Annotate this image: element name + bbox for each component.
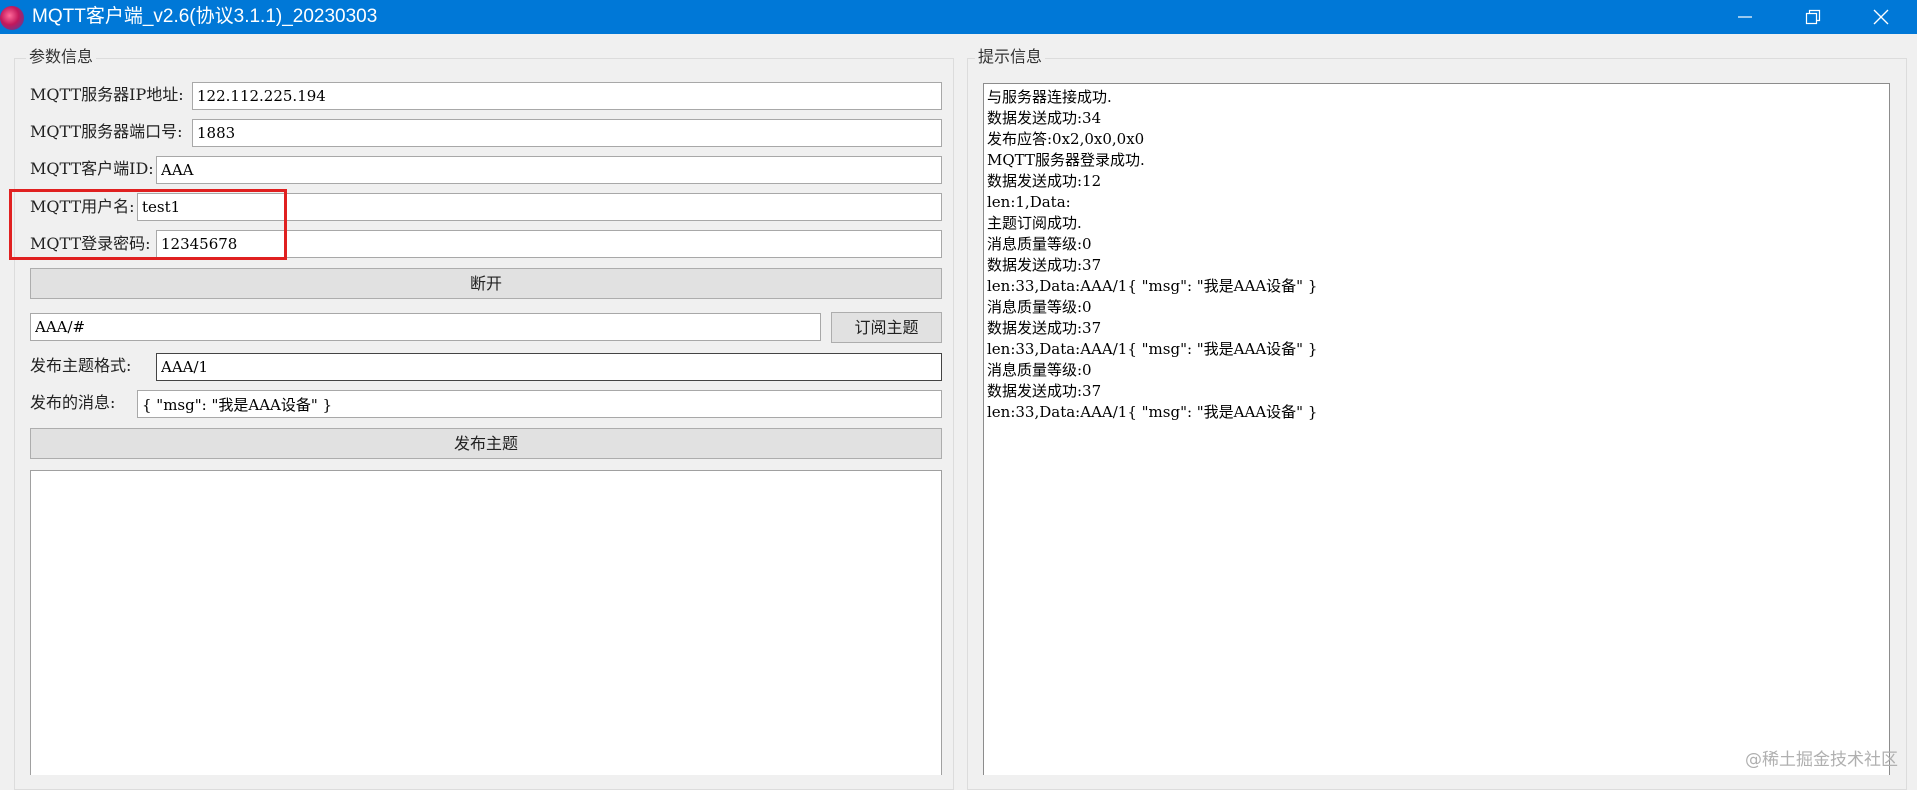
log-line: len:33,Data:AAA/1{ "msg": "我是AAA设备" }	[987, 277, 1318, 295]
received-messages-textarea[interactable]	[30, 470, 942, 775]
disconnect-button[interactable]: 断开	[30, 268, 942, 299]
close-icon	[1873, 9, 1889, 25]
publish-topic-label: 发布主题格式:	[30, 356, 132, 375]
client-id-input[interactable]	[156, 156, 942, 184]
restore-icon	[1805, 9, 1821, 25]
log-line: 消息质量等级:0	[987, 235, 1092, 253]
minimize-button[interactable]	[1715, 0, 1775, 34]
credentials-highlight-box	[9, 189, 287, 260]
restore-button[interactable]	[1783, 0, 1843, 34]
log-line: 数据发送成功:12	[987, 172, 1102, 190]
log-line: len:33,Data:AAA/1{ "msg": "我是AAA设备" }	[987, 403, 1318, 421]
params-group-title: 参数信息	[26, 47, 97, 67]
server-ip-label: MQTT服务器IP地址:	[30, 85, 184, 104]
watermark: @稀土掘金技术社区	[1745, 750, 1898, 770]
app-icon	[0, 6, 24, 30]
server-port-label: MQTT服务器端口号:	[30, 122, 183, 141]
log-line: len:33,Data:AAA/1{ "msg": "我是AAA设备" }	[987, 340, 1318, 358]
log-line: 数据发送成功:37	[987, 319, 1102, 337]
publish-message-input[interactable]	[137, 390, 942, 418]
server-port-input[interactable]	[192, 119, 942, 147]
client-id-label: MQTT客户端ID:	[30, 159, 154, 178]
subscribe-button[interactable]: 订阅主题	[831, 312, 942, 343]
publish-message-label: 发布的消息:	[30, 393, 116, 412]
log-line: 数据发送成功:37	[987, 382, 1102, 400]
log-line: 与服务器连接成功.	[987, 88, 1112, 106]
log-line: 消息质量等级:0	[987, 298, 1092, 316]
log-line: 消息质量等级:0	[987, 361, 1092, 379]
log-line: len:1,Data:	[987, 193, 1071, 211]
publish-button[interactable]: 发布主题	[30, 428, 942, 459]
title-bar: MQTT客户端_v2.6(协议3.1.1)_20230303	[0, 0, 1917, 34]
log-group-title: 提示信息	[975, 47, 1046, 67]
server-ip-input[interactable]	[192, 82, 942, 110]
window-title: MQTT客户端_v2.6(协议3.1.1)_20230303	[32, 6, 378, 27]
log-textarea[interactable]: 与服务器连接成功. 数据发送成功:34 发布应答:0x2,0x0,0x0 MQT…	[983, 83, 1890, 775]
subscribe-topic-input[interactable]	[30, 313, 821, 341]
log-line: MQTT服务器登录成功.	[987, 151, 1145, 169]
log-line: 数据发送成功:34	[987, 109, 1102, 127]
close-button[interactable]	[1851, 0, 1911, 34]
log-line: 主题订阅成功.	[987, 214, 1082, 232]
log-line: 数据发送成功:37	[987, 256, 1102, 274]
publish-topic-input[interactable]	[156, 353, 942, 381]
log-line: 发布应答:0x2,0x0,0x0	[987, 130, 1145, 148]
minimize-icon	[1738, 16, 1752, 18]
